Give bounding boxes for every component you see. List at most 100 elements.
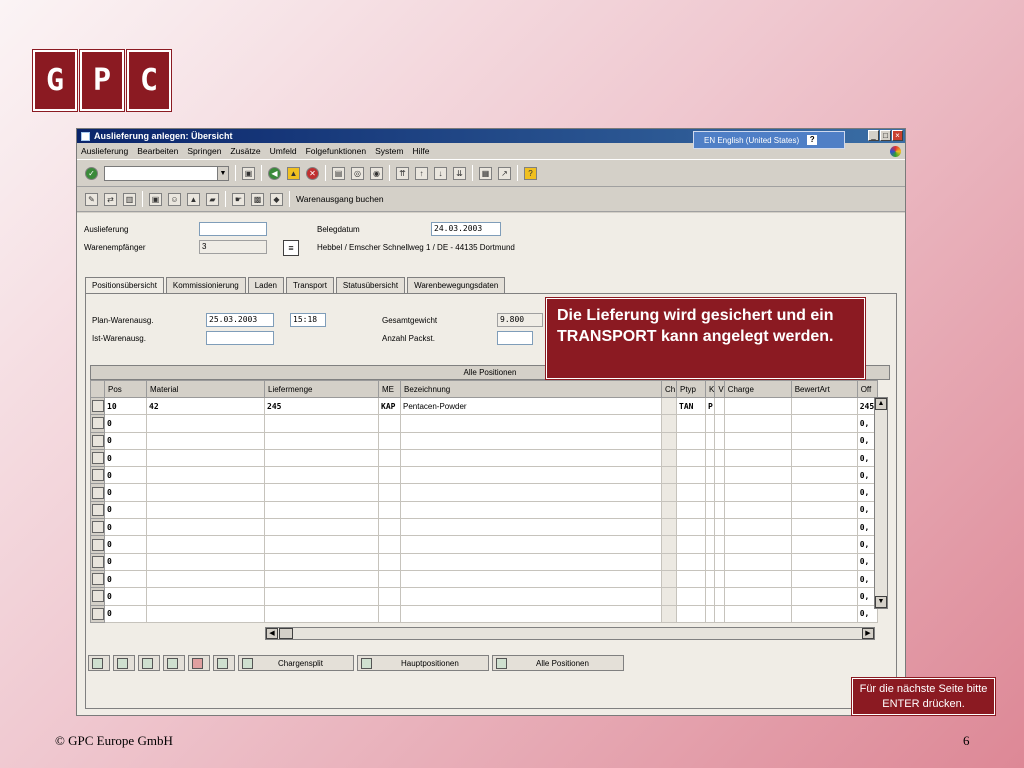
deselect-all-button[interactable] [138,655,160,671]
cell-v[interactable] [714,518,725,537]
tab-transport[interactable]: Transport [285,277,334,293]
cell-ch[interactable] [661,448,677,468]
cell-v[interactable] [714,569,725,589]
cell-bez[interactable] [400,483,662,502]
delete-row-button[interactable] [188,655,210,671]
cell-pos[interactable]: 0 [104,500,147,520]
cancel-icon[interactable]: ✕ [306,166,319,180]
row-selector[interactable] [90,552,105,571]
insert-row-button[interactable] [163,655,185,671]
cell-ch[interactable] [661,552,677,571]
cell-charge[interactable] [723,500,792,520]
cell-me[interactable] [378,569,401,589]
select-all-button[interactable] [113,655,135,671]
row-selector[interactable] [90,448,105,468]
cell-k[interactable] [704,569,716,589]
belegdatum-field[interactable]: 24.03.2003 [431,222,501,236]
cell-bez[interactable] [400,535,662,554]
first-page-icon[interactable]: ⇈ [396,166,409,180]
cell-bew[interactable] [790,552,858,571]
cell-ch[interactable] [661,587,677,606]
cell-v[interactable] [714,483,725,502]
scroll-up-icon[interactable]: ▲ [875,398,887,410]
close-icon[interactable]: × [892,130,903,141]
cell-menge[interactable] [264,431,379,450]
cell-bew[interactable] [790,587,858,606]
cell-ch[interactable] [661,483,677,502]
cell-k[interactable] [704,414,716,433]
select-all-header[interactable] [90,380,105,398]
cell-bezeichnung[interactable]: Pentacen-Powder [400,396,662,416]
scroll-thumb[interactable] [279,628,293,639]
enter-checkmark-icon[interactable]: ✓ [85,166,98,180]
cell-k[interactable] [704,466,716,485]
cell-me[interactable] [378,518,401,537]
partner-icon[interactable]: ☺ [168,192,181,206]
cell-pos[interactable]: 0 [104,431,147,450]
column-header-bezeichnung[interactable]: Bezeichnung [400,380,662,398]
cell-v[interactable] [714,604,725,623]
cell-ptyp[interactable] [676,569,706,589]
menu-umfeld[interactable]: Umfeld [270,146,297,156]
find-next-icon[interactable]: ◉ [370,166,383,180]
row-selector[interactable] [90,466,105,485]
cell-charge[interactable] [723,587,792,606]
cell-ch[interactable] [661,414,677,433]
cell-menge[interactable] [264,483,379,502]
cell-ptyp[interactable] [676,604,706,623]
cell-pos[interactable]: 0 [104,466,147,485]
row-selector[interactable] [90,604,105,623]
menu-zusaetze[interactable]: Zusätze [230,146,260,156]
cell-charge[interactable] [723,431,792,450]
cell-ch[interactable] [661,518,677,537]
minimize-icon[interactable]: _ [868,130,879,141]
tab-laden[interactable]: Laden [247,277,284,293]
cell-menge[interactable] [264,500,379,520]
partner-details-icon[interactable]: ≡ [283,240,299,256]
warenempfaenger-field[interactable]: 3 [199,240,267,254]
next-page-icon[interactable]: ↓ [434,166,447,180]
cell-bewertart[interactable] [790,396,858,416]
output-icon[interactable]: ◆ [270,192,283,206]
cell-ptyp[interactable] [676,500,706,520]
cell-pos[interactable]: 0 [104,604,147,623]
cell-charge[interactable] [723,483,792,502]
scroll-right-icon[interactable]: ▶ [862,628,874,639]
cell-charge[interactable] [723,396,792,416]
cell-menge[interactable] [264,552,379,571]
cell-k[interactable] [704,604,716,623]
last-page-icon[interactable]: ⇊ [453,166,466,180]
column-header-charge[interactable]: Charge [723,380,792,398]
column-header-ch[interactable]: Ch [661,380,677,398]
chargensplit-button[interactable]: Chargensplit [238,655,354,671]
pack-icon[interactable]: ▩ [251,192,264,206]
cell-k[interactable] [704,587,716,606]
row-selector[interactable] [90,431,105,450]
row-selector[interactable] [90,518,105,537]
cell-ch[interactable] [661,431,677,450]
cell-me[interactable] [378,500,401,520]
cell-k[interactable] [704,552,716,571]
cell-material[interactable] [146,569,265,589]
cell-material[interactable] [146,552,265,571]
cell-ptyp[interactable] [676,448,706,468]
cell-charge[interactable] [723,518,792,537]
cell-bew[interactable] [790,466,858,485]
cell-material[interactable] [146,587,265,606]
cell-material[interactable] [146,483,265,502]
delete-icon[interactable]: ▥ [123,192,136,206]
cell-me[interactable] [378,431,401,450]
cell-v[interactable] [714,587,725,606]
tab-warenbewegungsdaten[interactable]: Warenbewegungsdaten [407,277,506,293]
cell-me[interactable] [378,535,401,554]
cell-k[interactable] [704,431,716,450]
row-selector[interactable] [90,414,105,433]
save-icon[interactable]: ▣ [242,166,255,180]
column-header-pos[interactable]: Pos [104,380,147,398]
cell-bew[interactable] [790,569,858,589]
cell-pos[interactable]: 10 [104,396,147,416]
menu-hilfe[interactable]: Hilfe [412,146,429,156]
cell-pos[interactable]: 0 [104,569,147,589]
cell-pos[interactable]: 0 [104,414,147,433]
cell-k[interactable] [704,518,716,537]
